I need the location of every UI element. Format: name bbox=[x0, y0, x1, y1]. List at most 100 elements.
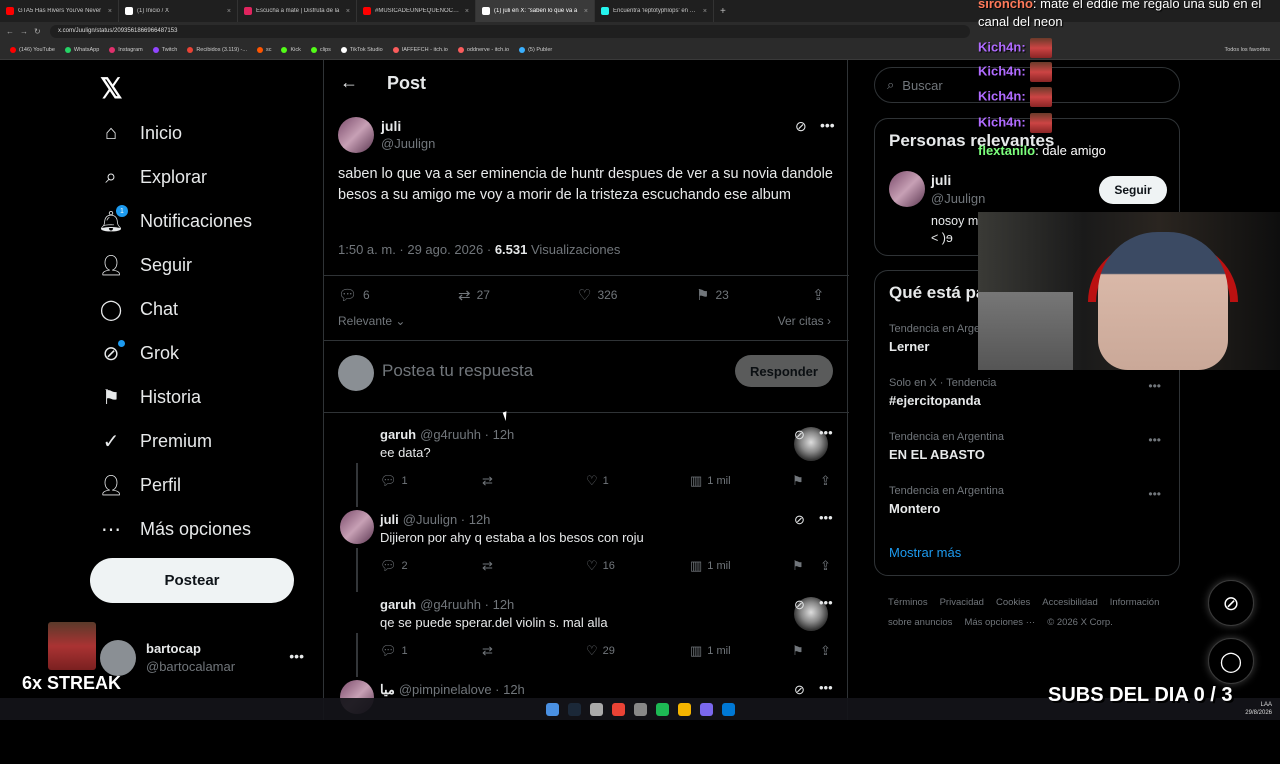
bookmark-item[interactable]: Instagram bbox=[109, 46, 143, 53]
browser-tab[interactable]: GTA5 Has Rivers You've Never × bbox=[0, 0, 119, 22]
comment-handle[interactable]: @g4ruuhh · 12h bbox=[420, 597, 514, 612]
reply-button[interactable]: 💬︎ 2 bbox=[380, 558, 408, 574]
bookmark-item[interactable]: clips bbox=[310, 46, 331, 53]
author-handle[interactable]: @Juulign bbox=[381, 136, 435, 151]
sidebar-item-chat[interactable]: ◯ Chat bbox=[100, 294, 178, 324]
chat-fab[interactable]: ◯ bbox=[1208, 638, 1254, 684]
footer-link[interactable]: © 2026 X Corp. bbox=[1047, 617, 1113, 628]
bookmark-item[interactable]: WhatsApp bbox=[64, 46, 99, 53]
share-button[interactable]: ⇪ bbox=[820, 558, 831, 574]
comment-handle[interactable]: @g4ruuhh · 12h bbox=[420, 427, 514, 442]
footer-link[interactable]: Privacidad bbox=[940, 597, 984, 608]
footer-link[interactable]: Más opciones ··· bbox=[964, 617, 1035, 628]
relevant-name[interactable]: juli bbox=[931, 172, 951, 188]
browser-tab[interactable]: #MÚSICADEUNPEQUEÑOCUA × bbox=[357, 0, 476, 22]
x-logo-icon[interactable]: 𝕏 bbox=[100, 72, 123, 105]
views-button[interactable]: ▥ 1 mil bbox=[690, 643, 731, 659]
post-button[interactable]: Postear bbox=[90, 558, 294, 603]
address-bar[interactable]: x.com/Juulign/status/2093561866966487153 bbox=[50, 24, 970, 38]
share-button[interactable]: ⇪ bbox=[820, 643, 831, 659]
show-more-link[interactable]: Mostrar más bbox=[889, 545, 961, 560]
avatar[interactable] bbox=[340, 510, 374, 544]
comment-author[interactable]: juli bbox=[380, 512, 399, 527]
account-switcher[interactable]: bartocap @bartocalamar ••• bbox=[100, 636, 310, 676]
comment-author[interactable]: ميا bbox=[380, 682, 395, 697]
reply-button[interactable]: 💬︎ 1 bbox=[380, 473, 408, 489]
author-avatar[interactable] bbox=[338, 117, 374, 153]
relevant-handle[interactable]: @Juulign bbox=[931, 191, 985, 206]
sidebar-item-seguir[interactable]: 👤︎ Seguir bbox=[98, 250, 192, 280]
repost-button[interactable]: ⇄ bbox=[482, 643, 493, 659]
grok-icon[interactable]: ⊘ bbox=[795, 118, 807, 135]
grok-icon[interactable]: ⊘ bbox=[794, 427, 805, 443]
repost-button[interactable]: ⇄ bbox=[482, 473, 493, 489]
bookmark-item[interactable]: IAFFEFCH - itch.io bbox=[392, 46, 448, 53]
sidebar-item-grok[interactable]: ⊘ Grok bbox=[100, 338, 179, 368]
trend-item[interactable]: Tendencia en Argentina EN EL ABASTO ••• bbox=[889, 431, 1169, 462]
browser-tab[interactable]: (1) Inicio / X × bbox=[119, 0, 238, 22]
close-icon[interactable]: × bbox=[703, 8, 707, 15]
sort-dropdown[interactable]: Relevante ⌄ bbox=[338, 314, 405, 328]
sidebar-item-inicio[interactable]: ⌂ Inicio bbox=[100, 118, 182, 148]
views-button[interactable]: ▥ 1 mil bbox=[690, 558, 731, 574]
trend-item[interactable]: Solo en X · Tendencia #ejercitopanda ••• bbox=[889, 377, 1169, 408]
close-icon[interactable]: × bbox=[108, 8, 112, 15]
reply-input[interactable]: Postea tu respuesta bbox=[382, 361, 533, 381]
reply-button[interactable]: 💬︎ 6 bbox=[338, 286, 370, 304]
like-button[interactable]: ♡ 326 bbox=[578, 286, 617, 304]
system-tray-clock[interactable]: LAA 29/8/2026 bbox=[1245, 701, 1272, 717]
sidebar-item-mas-opciones[interactable]: ⋯ Más opciones bbox=[100, 514, 251, 544]
bookmark-item[interactable]: sc bbox=[256, 46, 271, 53]
heart-button[interactable]: ♡ 1 bbox=[586, 473, 609, 489]
close-icon[interactable]: × bbox=[465, 8, 469, 15]
new-tab-icon[interactable]: + bbox=[714, 6, 732, 17]
taskbar-app-icon[interactable] bbox=[699, 702, 713, 716]
taskbar-app-icon[interactable] bbox=[589, 702, 603, 716]
bookmark-item[interactable]: Kick bbox=[281, 46, 301, 53]
grok-icon[interactable]: ⊘ bbox=[794, 597, 805, 613]
more-icon[interactable]: ••• bbox=[819, 510, 833, 525]
browser-tab[interactable]: (1) juli en X: "saben lo que va a × bbox=[476, 0, 595, 22]
repost-button[interactable]: ⇄ bbox=[482, 558, 493, 574]
grok-icon[interactable]: ⊘ bbox=[794, 512, 805, 528]
more-icon[interactable]: ••• bbox=[1148, 379, 1161, 393]
comment-handle[interactable]: @pimpinelalove · 12h bbox=[399, 682, 525, 697]
trend-item[interactable]: Tendencia en Argentina Montero ••• bbox=[889, 485, 1169, 516]
view-quotes-link[interactable]: Ver citas › bbox=[778, 314, 831, 328]
taskbar-app-icon[interactable] bbox=[633, 702, 647, 716]
share-button[interactable]: ⇪ bbox=[812, 286, 825, 304]
close-icon[interactable]: × bbox=[227, 8, 231, 15]
close-icon[interactable]: × bbox=[584, 8, 588, 15]
more-icon[interactable]: ••• bbox=[819, 425, 833, 440]
comment-author[interactable]: garuh bbox=[380, 427, 416, 442]
views-button[interactable]: ▥ 1 mil bbox=[690, 473, 731, 489]
sidebar-item-historia[interactable]: ⚑ Historia bbox=[100, 382, 201, 412]
browser-tab[interactable]: Escucha a mate | Disfruta de la × bbox=[238, 0, 357, 22]
repost-button[interactable]: ⇄ 27 bbox=[458, 286, 490, 304]
bookmark-item[interactable]: TikTok Studio bbox=[340, 46, 383, 53]
comment[interactable]: garuh @g4ruuhh · 12h ⊘ ••• qe se puede spera… bbox=[324, 595, 849, 679]
taskbar-app-icon[interactable] bbox=[655, 702, 669, 716]
back-icon[interactable]: ← bbox=[6, 27, 14, 36]
bookmark-item[interactable]: Twitch bbox=[152, 46, 177, 53]
more-icon[interactable]: ••• bbox=[819, 595, 833, 610]
more-icon[interactable]: ••• bbox=[820, 117, 835, 133]
bookmark-item[interactable]: (5) Publer bbox=[519, 46, 552, 53]
forward-icon[interactable]: → bbox=[20, 27, 28, 36]
bookmark-item[interactable]: (146) YouTube bbox=[10, 46, 55, 53]
more-icon[interactable]: ••• bbox=[819, 680, 833, 695]
reply-submit-button[interactable]: Responder bbox=[735, 355, 833, 387]
sidebar-item-notificaciones[interactable]: 🔔︎ 1 Notificaciones bbox=[98, 205, 252, 236]
follow-button[interactable]: Seguir bbox=[1099, 176, 1167, 204]
share-button[interactable]: ⇪ bbox=[820, 473, 831, 489]
more-icon[interactable]: ••• bbox=[1148, 433, 1161, 447]
sidebar-item-perfil[interactable]: 👤︎ Perfil bbox=[98, 470, 181, 500]
more-icon[interactable]: ••• bbox=[289, 648, 304, 664]
footer-link[interactable]: Términos bbox=[888, 597, 928, 608]
comment-handle[interactable]: @Juulign · 12h bbox=[403, 512, 491, 527]
taskbar-app-icon[interactable] bbox=[611, 702, 625, 716]
comment-author[interactable]: garuh bbox=[380, 597, 416, 612]
close-icon[interactable]: × bbox=[346, 8, 350, 15]
comment[interactable]: garuh @g4ruuhh · 12h ⊘ ••• ee data? 💬︎ 1 ⇄ ♡ 1 ▥ 1 … bbox=[324, 425, 849, 509]
taskbar-app-icon[interactable] bbox=[545, 702, 559, 716]
